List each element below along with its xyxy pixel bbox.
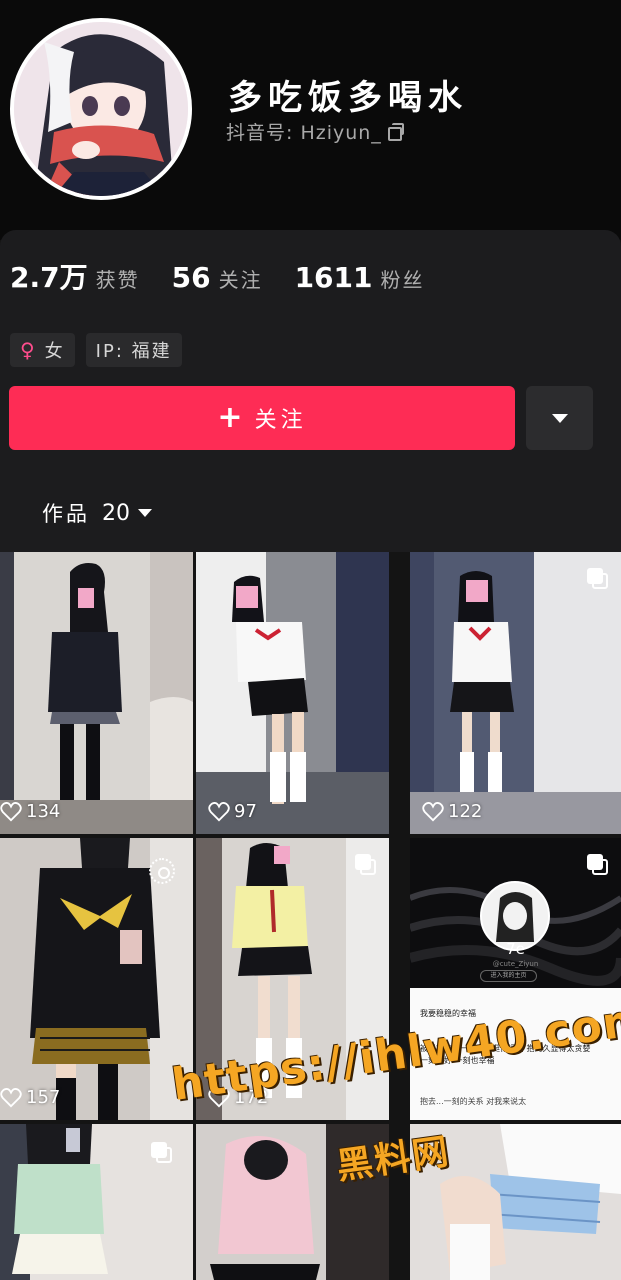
like-count: 134 <box>0 801 60 822</box>
watermark: https://ihlw40.com 黑料网 <box>169 994 621 1200</box>
gender-tag: ♀ 女 <box>10 333 75 367</box>
avatar-illustration <box>14 22 188 196</box>
work-item[interactable]: 122 <box>410 552 621 834</box>
heart-icon <box>208 801 230 821</box>
like-count: 97 <box>208 801 257 822</box>
tab-works[interactable]: 作品 20 <box>42 498 152 528</box>
post-profile-pill: 进入我的主页 <box>480 970 537 982</box>
like-count-text: 157 <box>26 1087 61 1108</box>
chevron-down-icon <box>138 509 152 517</box>
multi-image-icon <box>587 854 609 876</box>
like-count-text: 97 <box>234 801 257 822</box>
like-count: 122 <box>422 801 482 822</box>
profile-header: 多吃饭多喝水 抖音号: Hziyun_ <box>0 0 621 240</box>
post-author-name: 7e <box>506 940 525 958</box>
post-author-handle: @cute_Ziyun <box>492 960 539 968</box>
douyin-id-text: 抖音号: Hziyun_ <box>226 122 382 144</box>
nickname: 多吃饭多喝水 <box>228 78 468 118</box>
heart-icon <box>422 801 444 821</box>
work-item[interactable] <box>0 1124 193 1280</box>
works-label: 作品 <box>42 502 90 526</box>
follow-label: 关注 <box>254 408 307 433</box>
watermark-name: 黑料网 <box>334 1131 453 1188</box>
like-count: 157 <box>0 1087 60 1108</box>
stat-value: 56 <box>171 261 211 294</box>
multi-image-icon <box>355 854 377 876</box>
ip-tag: IP: 福建 <box>85 333 182 367</box>
multi-image-icon <box>151 1142 173 1164</box>
stats-row: 2.7万 获赞 56 关注 1611 粉丝 <box>10 256 457 296</box>
gender-label: 女 <box>44 341 65 362</box>
work-thumbnail <box>0 552 193 834</box>
female-icon: ♀ <box>20 338 37 362</box>
heart-icon <box>0 801 22 821</box>
like-count-text: 122 <box>448 801 483 822</box>
more-options-button[interactable] <box>526 386 593 450</box>
stat-value: 2.7万 <box>10 261 88 294</box>
post-text-line: 我要稳稳的幸福 <box>420 1009 476 1018</box>
like-count-text: 134 <box>26 801 61 822</box>
live-photo-icon <box>149 858 175 884</box>
profile-tags: ♀ 女 IP: 福建 <box>10 333 193 367</box>
stat-label: 获赞 <box>95 268 140 292</box>
stat-followers[interactable]: 1611 粉丝 <box>295 261 425 294</box>
heart-icon <box>0 1087 22 1107</box>
work-item[interactable]: 97 <box>196 552 389 834</box>
ip-label: IP: 福建 <box>95 341 172 362</box>
work-item[interactable]: 134 <box>0 552 193 834</box>
multi-image-icon <box>587 568 609 590</box>
works-count: 20 <box>102 500 130 526</box>
follow-button[interactable]: + 关注 <box>9 386 515 450</box>
stat-label: 关注 <box>218 268 263 292</box>
stat-following[interactable]: 56 关注 <box>172 261 263 294</box>
work-thumbnail <box>196 552 389 834</box>
work-item[interactable]: 157 <box>0 838 193 1120</box>
work-thumbnail <box>410 552 621 834</box>
stat-likes[interactable]: 2.7万 获赞 <box>10 256 140 296</box>
plus-icon: + <box>217 400 247 435</box>
chevron-down-icon <box>551 413 568 423</box>
avatar[interactable] <box>10 18 192 200</box>
stat-value: 1611 <box>294 261 373 294</box>
stat-label: 粉丝 <box>380 268 425 292</box>
copy-icon[interactable] <box>387 123 404 141</box>
douyin-id[interactable]: 抖音号: Hziyun_ <box>226 118 404 145</box>
